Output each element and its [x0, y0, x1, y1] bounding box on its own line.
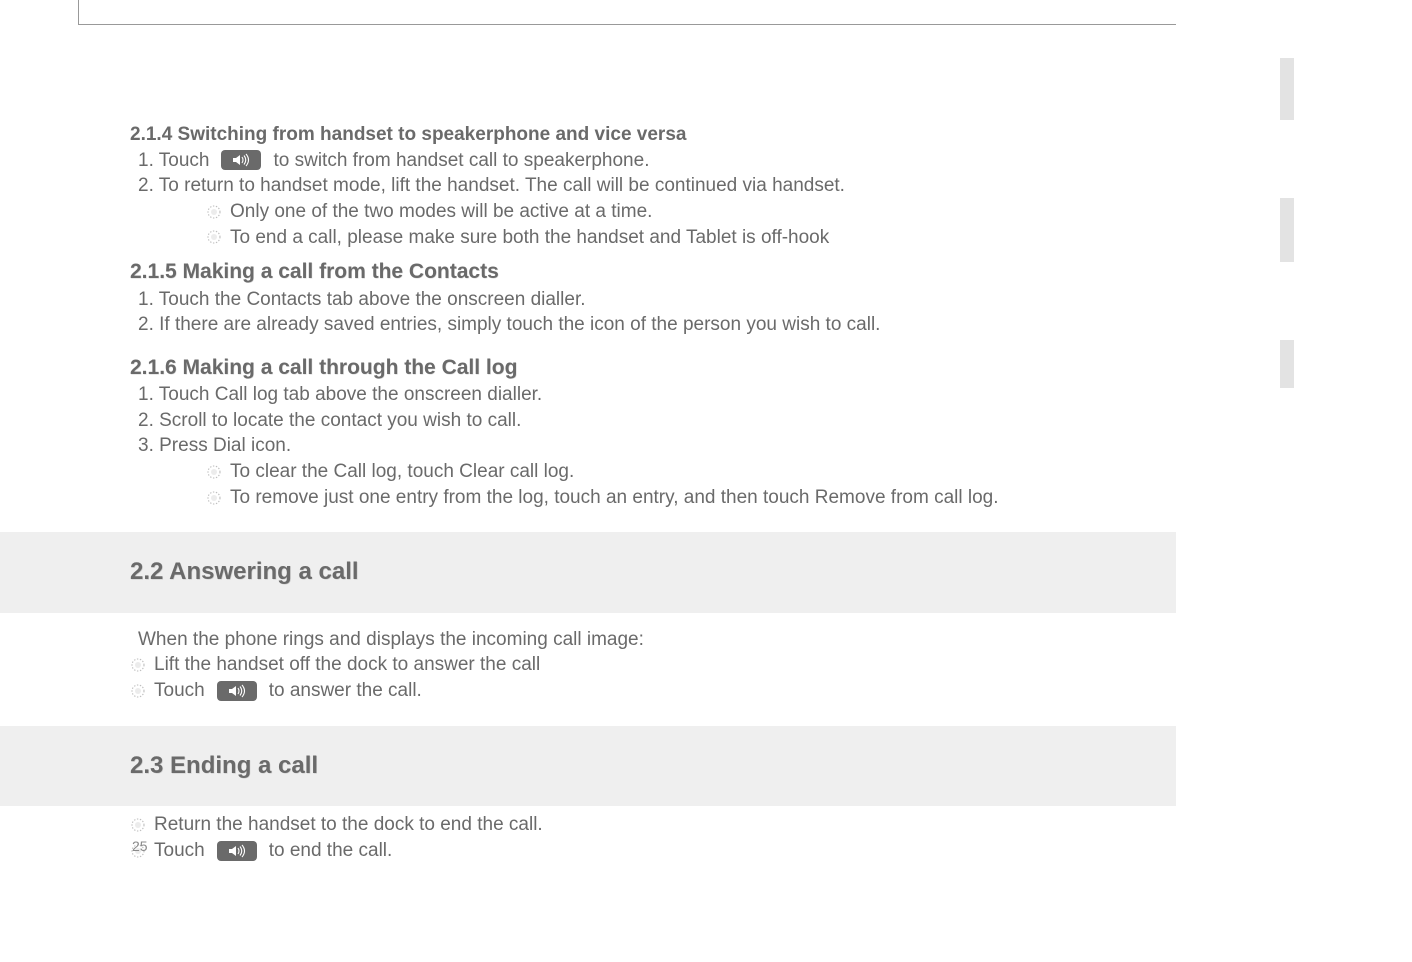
- step-214-2: 2. To return to handset mode, lift the h…: [138, 173, 1086, 199]
- bullet-icon: [206, 464, 222, 480]
- tip-text: To end a call, please make sure both the…: [230, 225, 829, 251]
- step-214-1: 1. Touch to switch from handset call to …: [138, 148, 649, 174]
- intro-22: When the phone rings and displays the in…: [138, 627, 1086, 653]
- bullet-icon: [130, 817, 146, 833]
- heading-215: 2.1.5 Making a call from the Contacts: [130, 258, 1086, 286]
- heading-216: 2.1.6 Making a call through the Call log: [130, 354, 1086, 382]
- step-215-1: 1. Touch the Contacts tab above the onsc…: [138, 287, 1086, 313]
- heading-22: 2.2 Answering a call: [130, 556, 1176, 588]
- step-215-2: 2. If there are already saved entries, s…: [138, 312, 1086, 338]
- bullet-icon: [130, 683, 146, 699]
- bullet-text: Touch: [154, 838, 205, 864]
- step-text: 1. Touch: [138, 148, 209, 174]
- speaker-icon: [217, 841, 257, 861]
- step-text: to switch from handset call to speakerph…: [273, 148, 649, 174]
- heading-214: 2.1.4 Switching from handset to speakerp…: [130, 122, 1086, 148]
- tip-text: Only one of the two modes will be active…: [230, 199, 652, 225]
- step-216-1: 1. Touch Call log tab above the onscreen…: [138, 382, 1086, 408]
- bullet-icon: [206, 204, 222, 220]
- bullet-text: Lift the handset off the dock to answer …: [154, 652, 540, 678]
- bullet-text: Return the handset to the dock to end th…: [154, 812, 543, 838]
- bullet-text: to end the call.: [269, 838, 393, 864]
- heading-23: 2.3 Ending a call: [130, 750, 1176, 782]
- answer-bullet-2: Touch to answer the call.: [130, 678, 1086, 704]
- tip-text: To remove just one entry from the log, t…: [230, 485, 999, 511]
- side-tab: [1280, 340, 1294, 388]
- answer-bullet-1: Lift the handset off the dock to answer …: [130, 652, 1086, 678]
- bullet-icon: [206, 490, 222, 506]
- page-body: 2.1.4 Switching from handset to speakerp…: [0, 0, 1176, 962]
- tip-line: To end a call, please make sure both the…: [206, 225, 1086, 251]
- tip-text: To clear the Call log, touch Clear call …: [230, 459, 574, 485]
- section-band-22: 2.2 Answering a call: [0, 532, 1176, 612]
- bullet-text: to answer the call.: [269, 678, 422, 704]
- step-216-2: 2. Scroll to locate the contact you wish…: [138, 408, 1086, 434]
- side-tab: [1280, 58, 1294, 120]
- page-number: 25: [132, 838, 148, 854]
- speaker-icon: [221, 150, 261, 170]
- section-band-23: 2.3 Ending a call: [0, 726, 1176, 806]
- bullet-icon: [206, 229, 222, 245]
- sidebar-tabs: [1280, 58, 1294, 388]
- bullet-text: Touch: [154, 678, 205, 704]
- speaker-icon: [217, 681, 257, 701]
- side-tab: [1280, 198, 1294, 262]
- tip-line: Only one of the two modes will be active…: [206, 199, 1086, 225]
- bullet-icon: [130, 657, 146, 673]
- end-bullet-1: Return the handset to the dock to end th…: [130, 812, 1086, 838]
- end-bullet-2: Touch to end the call.: [130, 838, 1086, 864]
- step-216-3: 3. Press Dial icon.: [138, 433, 1086, 459]
- tip-line: To remove just one entry from the log, t…: [206, 485, 1086, 511]
- tip-line: To clear the Call log, touch Clear call …: [206, 459, 1086, 485]
